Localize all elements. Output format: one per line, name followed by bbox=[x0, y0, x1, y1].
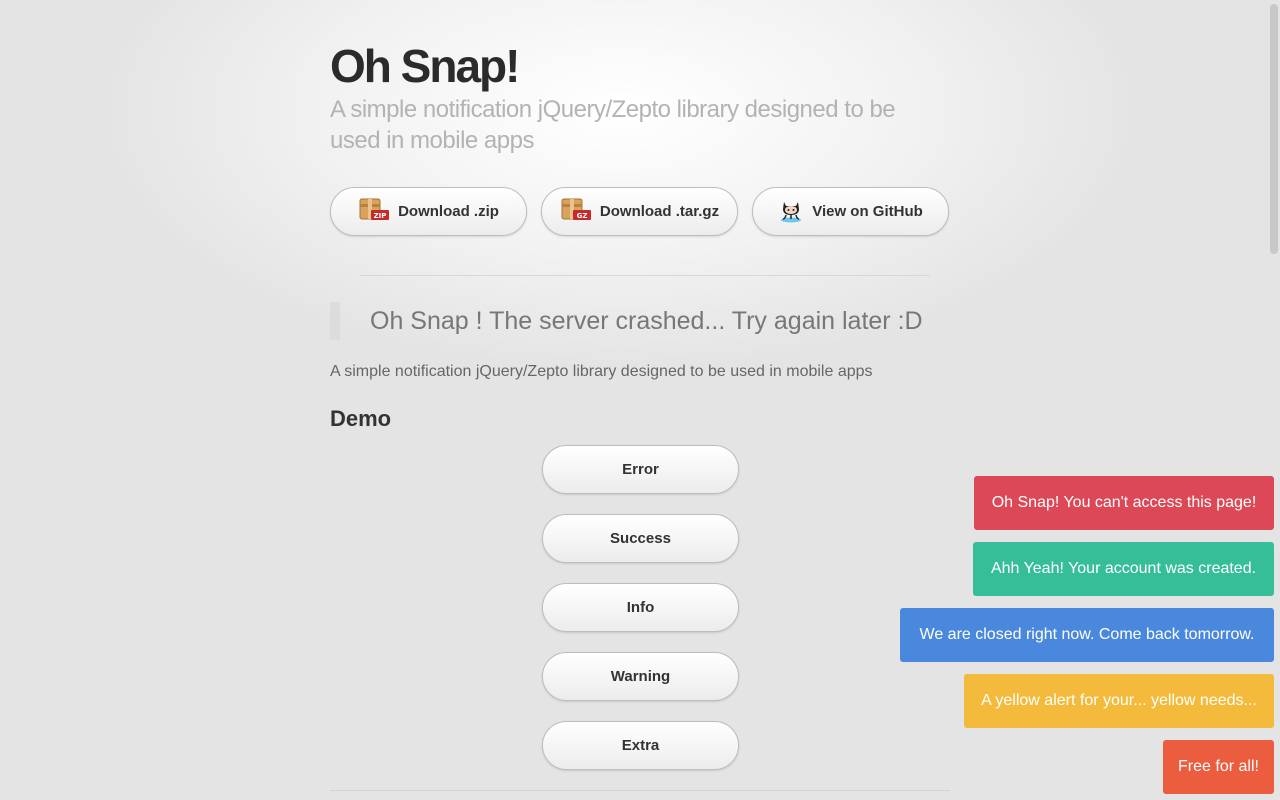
demo-success-button[interactable]: Success bbox=[542, 514, 739, 563]
gz-badge-label: GZ bbox=[576, 212, 587, 220]
download-zip-button[interactable]: ZIP Download .zip bbox=[330, 187, 527, 236]
demo-buttons: Error Success Info Warning Extra bbox=[542, 445, 739, 770]
zip-archive-icon: ZIP bbox=[358, 197, 390, 227]
page-scrollbar[interactable] bbox=[1270, 4, 1278, 254]
view-github-label: View on GitHub bbox=[812, 203, 923, 220]
demo-info-button[interactable]: Info bbox=[542, 583, 739, 632]
download-targz-label: Download .tar.gz bbox=[599, 203, 720, 220]
octocat-icon bbox=[778, 197, 804, 227]
page-subtitle: A simple notification jQuery/Zepto libra… bbox=[330, 96, 896, 154]
notification-error[interactable]: Oh Snap! You can't access this page! bbox=[974, 476, 1274, 530]
download-buttons: ZIP Download .zip GZ Download .tar.gz Vi… bbox=[330, 187, 949, 236]
notification-warning[interactable]: A yellow alert for your... yellow needs.… bbox=[964, 674, 1274, 728]
notification-success[interactable]: Ahh Yeah! Your account was created. bbox=[973, 542, 1274, 596]
project-description: A simple notification jQuery/Zepto libra… bbox=[330, 363, 873, 380]
zip-badge-label: ZIP bbox=[374, 212, 387, 220]
download-zip-label: Download .zip bbox=[398, 203, 499, 220]
notification-extra[interactable]: Free for all! bbox=[1163, 740, 1274, 794]
download-targz-button[interactable]: GZ Download .tar.gz bbox=[541, 187, 738, 236]
notification-info[interactable]: We are closed right now. Come back tomor… bbox=[900, 608, 1274, 662]
page-title: Oh Snap! bbox=[330, 40, 520, 92]
demo-error-button[interactable]: Error bbox=[542, 445, 739, 494]
view-github-button[interactable]: View on GitHub bbox=[752, 187, 949, 236]
demo-heading: Demo bbox=[330, 406, 392, 431]
demo-warning-button[interactable]: Warning bbox=[542, 652, 739, 701]
main-content: Oh Snap! A simple notification jQuery/Ze… bbox=[330, 40, 950, 770]
demo-extra-button[interactable]: Extra bbox=[542, 721, 739, 770]
gz-archive-icon: GZ bbox=[560, 197, 592, 227]
bottom-divider bbox=[330, 790, 950, 791]
section-divider bbox=[360, 275, 930, 276]
demo-quote: Oh Snap ! The server crashed... Try agai… bbox=[330, 302, 923, 340]
